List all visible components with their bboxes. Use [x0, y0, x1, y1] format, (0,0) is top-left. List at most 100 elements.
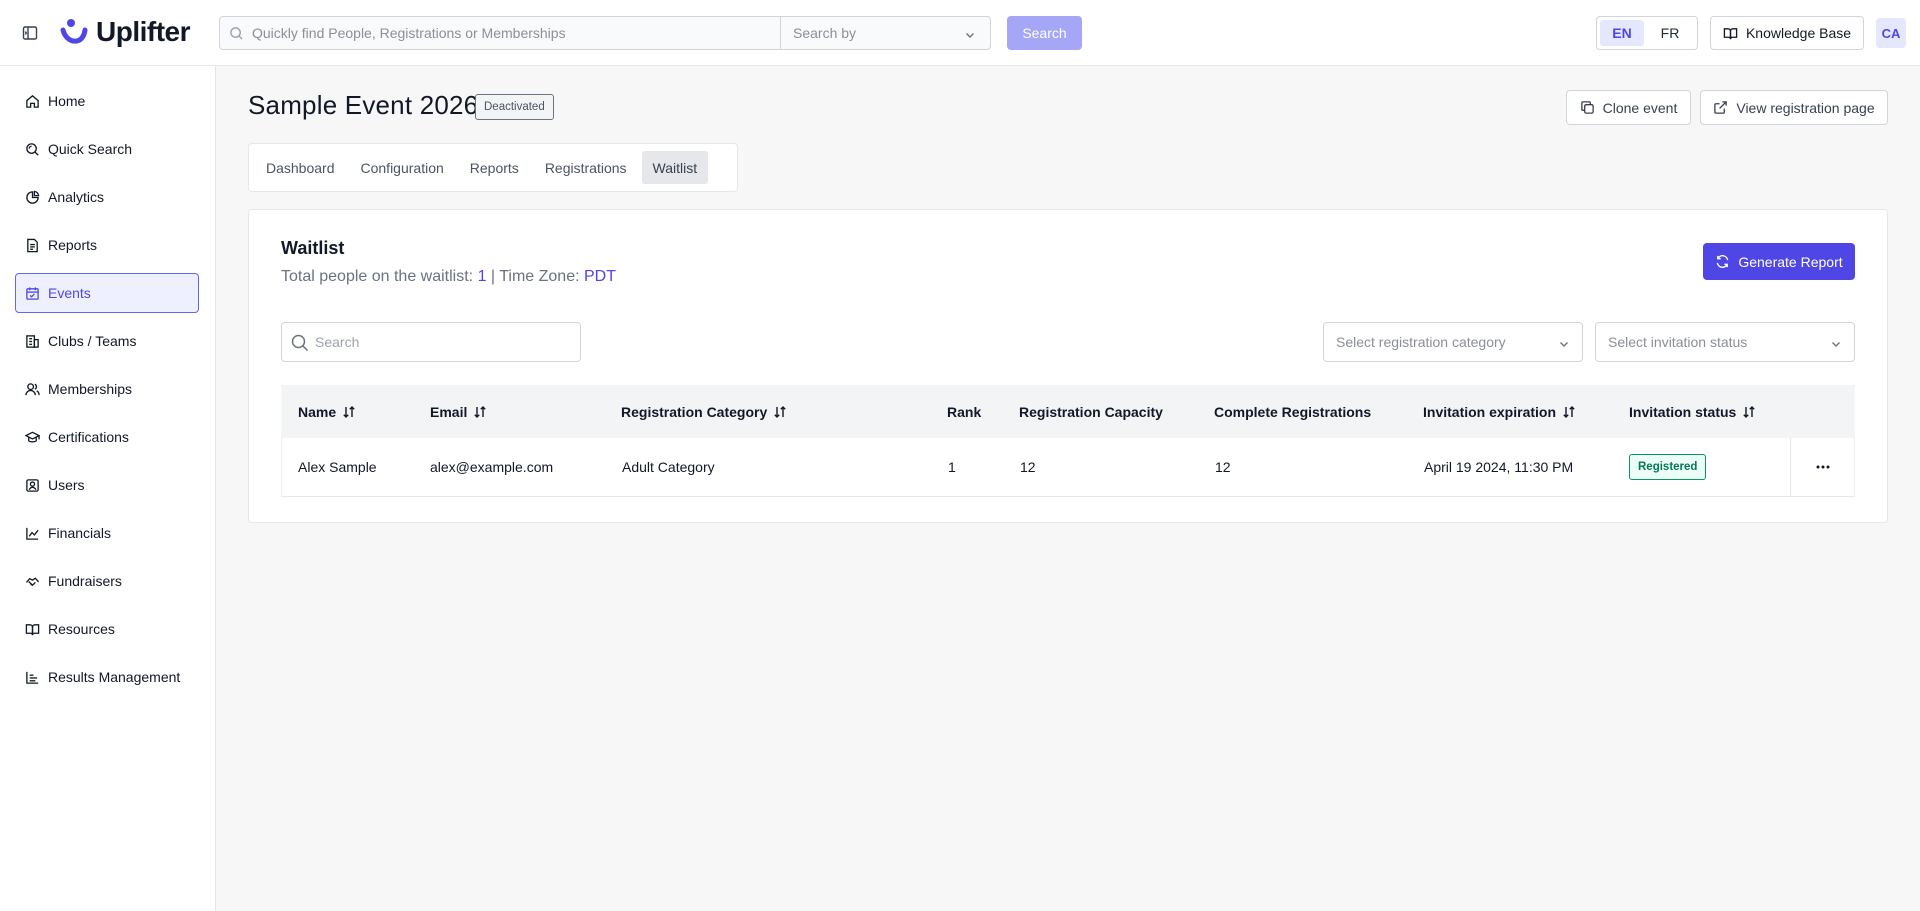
sidebar-item-quick-search[interactable]: Quick Search — [15, 129, 199, 169]
lang-en-button[interactable]: EN — [1600, 20, 1644, 46]
chevron-down-icon — [1830, 337, 1842, 349]
sort-icon[interactable] — [342, 405, 356, 419]
sidebar-item-financials[interactable]: Financials — [15, 513, 199, 553]
chevron-down-icon — [1558, 337, 1570, 349]
column-label: Email — [430, 403, 468, 420]
cell-invitation-expiration: April 19 2024, 11:30 PM — [1424, 459, 1574, 475]
sidebar-item-results-management[interactable]: Results Management — [15, 657, 199, 697]
column-label: Registration Category — [621, 403, 768, 420]
cell-rank: 1 — [948, 459, 956, 475]
waitlist-total-prefix: Total people on the waitlist: — [281, 268, 478, 285]
uplifter-logo-icon — [60, 19, 88, 44]
view-registration-page-button[interactable]: View registration page — [1700, 90, 1888, 125]
sidebar-item-label: Reports — [48, 237, 98, 253]
invitation-status-badge: Registered — [1629, 454, 1707, 480]
brand-logo[interactable]: Uplifter — [60, 14, 191, 50]
cell-invitation-status: Registered — [1629, 438, 1707, 496]
column-header-name[interactable]: Name — [298, 385, 356, 438]
sidebar-item-analytics[interactable]: Analytics — [15, 177, 199, 217]
chevron-down-icon — [964, 28, 976, 40]
copy-icon — [1580, 101, 1594, 114]
tab-reports[interactable]: Reports — [459, 151, 530, 184]
global-search: Search by — [219, 16, 991, 50]
lang-fr-button[interactable]: FR — [1648, 20, 1692, 46]
sidebar-item-label: Memberships — [48, 381, 133, 397]
waitlist-summary: Total people on the waitlist: 1 | Time Z… — [281, 268, 616, 286]
sidebar-item-memberships[interactable]: Memberships — [15, 369, 199, 409]
status-badge: Deactivated — [475, 94, 554, 120]
sort-icon[interactable] — [1562, 405, 1576, 419]
calendar-icon — [26, 286, 39, 300]
invitation-status-select[interactable]: Select invitation status — [1595, 322, 1855, 362]
column-header-registration-capacity: Registration Capacity — [1019, 403, 1163, 420]
event-tabs: Dashboard Configuration Reports Registra… — [248, 143, 738, 192]
cell-complete-registrations: 12 — [1215, 459, 1231, 475]
sidebar-item-reports[interactable]: Reports — [15, 225, 199, 265]
sidebar-item-label: Quick Search — [48, 141, 133, 157]
tab-configuration[interactable]: Configuration — [350, 151, 455, 184]
book-open-icon — [1723, 27, 1738, 39]
global-search-button[interactable]: Search — [1007, 16, 1082, 50]
tab-registrations[interactable]: Registrations — [534, 151, 638, 184]
search-by-label: Search by — [793, 25, 857, 41]
user-avatar[interactable]: CA — [1876, 18, 1906, 48]
sidebar-toggle-icon[interactable] — [22, 25, 38, 41]
top-bar: Uplifter Search by Search EN FR Knowledg… — [0, 0, 1920, 66]
column-label: Invitation status — [1629, 403, 1737, 420]
sidebar-item-label: Resources — [48, 621, 115, 637]
registration-category-select[interactable]: Select registration category — [1323, 322, 1583, 362]
column-header-invitation-expiration[interactable]: Invitation expiration — [1423, 385, 1576, 438]
sidebar-item-users[interactable]: Users — [15, 465, 199, 505]
sidebar-item-label: Home — [48, 93, 86, 109]
global-search-input[interactable] — [220, 17, 780, 49]
chart-icon — [26, 527, 39, 540]
sort-icon[interactable] — [473, 405, 487, 419]
language-switcher: EN FR — [1596, 16, 1698, 50]
sidebar-item-clubs-teams[interactable]: Clubs / Teams — [15, 321, 199, 361]
sidebar-item-certifications[interactable]: Certifications — [15, 417, 199, 457]
column-label: Invitation expiration — [1423, 403, 1557, 420]
column-header-email[interactable]: Email — [430, 385, 487, 438]
waitlist-search-input[interactable] — [282, 323, 580, 361]
more-horizontal-icon — [1816, 465, 1829, 469]
brand-name: Uplifter — [96, 16, 191, 47]
waitlist-table: Name Email Registration Category Rank Re… — [281, 385, 1855, 497]
cell-registration-capacity: 12 — [1020, 459, 1036, 475]
tab-waitlist[interactable]: Waitlist — [641, 151, 709, 184]
document-icon — [27, 238, 38, 252]
quick-search-icon — [26, 142, 39, 156]
waitlist-tz-separator: | Time Zone: — [486, 268, 584, 285]
registration-category-placeholder: Select registration category — [1336, 334, 1506, 350]
row-actions-button[interactable] — [1790, 438, 1854, 496]
sidebar-item-label: Results Management — [48, 669, 181, 685]
search-icon — [229, 26, 244, 41]
sidebar-item-fundraisers[interactable]: Fundraisers — [15, 561, 199, 601]
sidebar-item-label: Certifications — [48, 429, 129, 445]
refresh-icon — [1716, 255, 1729, 268]
column-header-registration-category[interactable]: Registration Category — [621, 385, 787, 438]
cell-name: Alex Sample — [298, 459, 377, 475]
sidebar-item-label: Financials — [48, 525, 112, 541]
sidebar-item-label: Events — [48, 285, 91, 301]
column-header-invitation-status[interactable]: Invitation status — [1629, 385, 1756, 438]
knowledge-base-button[interactable]: Knowledge Base — [1710, 16, 1864, 50]
sidebar-item-resources[interactable]: Resources — [15, 609, 199, 649]
cell-registration-category: Adult Category — [622, 459, 715, 475]
sidebar-item-events[interactable]: Events — [15, 273, 199, 313]
waitlist-time-zone: PDT — [584, 268, 616, 285]
sidebar-item-label: Fundraisers — [48, 573, 122, 589]
clone-event-button[interactable]: Clone event — [1566, 90, 1691, 125]
user-icon — [26, 478, 39, 492]
generate-report-button[interactable]: Generate Report — [1703, 243, 1855, 280]
graduation-cap-icon — [25, 431, 40, 442]
tab-dashboard[interactable]: Dashboard — [255, 151, 346, 184]
sidebar-item-home[interactable]: Home — [15, 81, 199, 121]
sort-icon[interactable] — [773, 405, 787, 419]
sort-icon[interactable] — [1742, 405, 1756, 419]
table-header: Name Email Registration Category Rank Re… — [281, 385, 1855, 438]
sidebar-item-label: Clubs / Teams — [48, 333, 137, 349]
bar-chart-icon — [26, 671, 39, 684]
search-by-select[interactable]: Search by — [781, 17, 990, 49]
table-row: Alex Sample alex@example.com Adult Categ… — [281, 438, 1855, 497]
waitlist-card: Waitlist Total people on the waitlist: 1… — [248, 209, 1888, 523]
